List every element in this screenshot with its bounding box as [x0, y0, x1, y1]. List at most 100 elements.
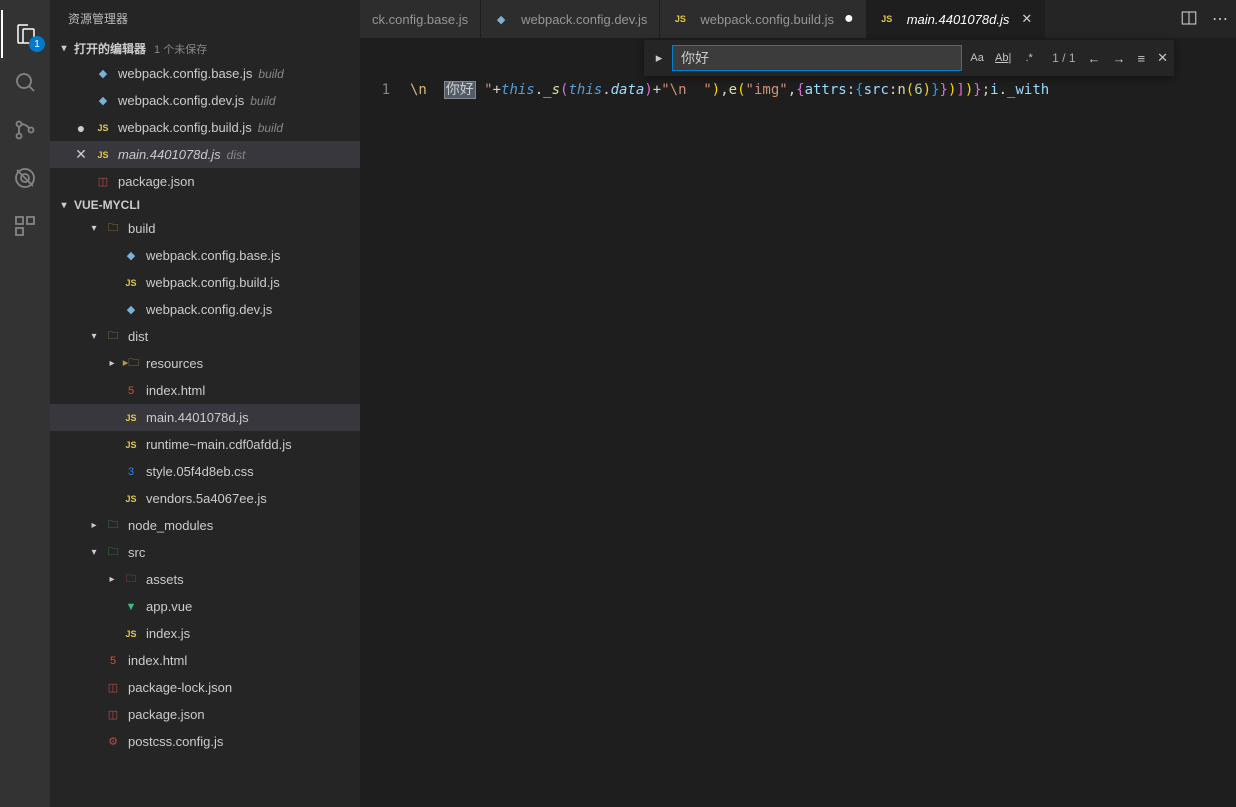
- match-case-icon[interactable]: Aa: [966, 47, 988, 69]
- file-label: index.js: [146, 626, 190, 641]
- extensions-icon[interactable]: [1, 202, 49, 250]
- open-editors-header[interactable]: ▾ 打开的编辑器 1 个未保存: [50, 37, 360, 60]
- file-path: build: [258, 67, 283, 81]
- tree-item[interactable]: ▸🗀node_modules: [50, 512, 360, 539]
- code-line: \n 你好 "+this._s(this.data)+"\n "),e("img…: [410, 80, 1049, 100]
- editor-marker[interactable]: ●: [68, 120, 94, 136]
- minimap[interactable]: [1226, 38, 1236, 807]
- file-label: runtime~main.cdf0afdd.js: [146, 437, 292, 452]
- folder-dark-icon: ▸🗀: [122, 355, 140, 373]
- folder-red-icon: 🗀: [122, 571, 140, 589]
- close-icon[interactable]: ✕: [1021, 11, 1032, 27]
- tab-label: webpack.config.dev.js: [521, 12, 647, 27]
- tab-actions: ⋯: [1172, 0, 1236, 38]
- tree-item[interactable]: ◆webpack.config.dev.js: [50, 296, 360, 323]
- open-editor-item[interactable]: ◆webpack.config.base.jsbuild: [50, 60, 360, 87]
- open-editors-status: 1 个未保存: [154, 41, 207, 57]
- file-label: app.vue: [146, 599, 192, 614]
- vuelogo-icon: ▼: [122, 598, 140, 616]
- chevron-icon: ▾: [88, 547, 100, 558]
- vue-icon: ◆: [122, 301, 140, 319]
- file-label: package.json: [118, 174, 195, 189]
- search-icon[interactable]: [1, 58, 49, 106]
- editor-marker[interactable]: ✕: [68, 146, 94, 163]
- tree-item[interactable]: ⚙postcss.config.js: [50, 728, 360, 755]
- tree-item[interactable]: JS runtime~main.cdf0afdd.js: [50, 431, 360, 458]
- folder-icon: 🗀: [104, 220, 122, 238]
- tree-item[interactable]: ▼ app.vue: [50, 593, 360, 620]
- open-editor-item[interactable]: ✕JSmain.4401078d.jsdist: [50, 141, 360, 168]
- file-label: main.4401078d.js: [146, 410, 249, 425]
- scm-icon[interactable]: [1, 106, 49, 154]
- find-expand-icon[interactable]: ▸: [650, 50, 668, 66]
- sidebar: 资源管理器 ▾ 打开的编辑器 1 个未保存 ◆webpack.config.ba…: [50, 0, 360, 807]
- vue-icon: ◆: [94, 65, 112, 83]
- find-close-icon[interactable]: ✕: [1157, 50, 1168, 66]
- tab-label: main.4401078d.js: [907, 12, 1010, 27]
- project-name: VUE-MYCLI: [74, 198, 140, 212]
- editor-tab[interactable]: ck.config.base.js: [360, 0, 481, 38]
- find-next-icon[interactable]: →: [1113, 51, 1126, 66]
- tab-label: webpack.config.build.js: [700, 12, 834, 27]
- split-editor-icon[interactable]: [1180, 9, 1198, 30]
- debug-icon[interactable]: [1, 154, 49, 202]
- file-label: webpack.config.build.js: [118, 120, 252, 135]
- tree-item[interactable]: ◫package-lock.json: [50, 674, 360, 701]
- gear-icon: ⚙: [104, 733, 122, 751]
- folder-icon: 🗀: [104, 328, 122, 346]
- tree-item[interactable]: JSvendors.5a4067ee.js: [50, 485, 360, 512]
- chevron-icon: ▸: [106, 358, 118, 369]
- chevron-icon: ▾: [88, 331, 100, 342]
- find-count: 1 / 1: [1052, 51, 1075, 65]
- open-editor-item[interactable]: ◆webpack.config.dev.jsbuild: [50, 87, 360, 114]
- tree-item[interactable]: ◫package.json: [50, 701, 360, 728]
- match-whole-word-icon[interactable]: Ab|: [992, 47, 1014, 69]
- vue-icon: ◆: [122, 247, 140, 265]
- tree-item[interactable]: ▾🗀build: [50, 215, 360, 242]
- find-input[interactable]: [672, 45, 962, 71]
- tree-item[interactable]: ▸🗀assets: [50, 566, 360, 593]
- js-icon: JS: [122, 409, 140, 427]
- tree-item[interactable]: 5index.html: [50, 647, 360, 674]
- tree-item[interactable]: ▾🗀dist: [50, 323, 360, 350]
- tree-item[interactable]: ▾🗀src: [50, 539, 360, 566]
- find-prev-icon[interactable]: ←: [1088, 51, 1101, 66]
- tree-item[interactable]: JSindex.js: [50, 620, 360, 647]
- editor-tab[interactable]: JS webpack.config.build.js ●: [660, 0, 866, 38]
- tree-item[interactable]: ▸ ▸🗀 resources: [50, 350, 360, 377]
- tree-item[interactable]: 5index.html: [50, 377, 360, 404]
- editor-area: ck.config.base.js◆webpack.config.dev.jsJ…: [360, 0, 1236, 807]
- regex-icon[interactable]: .*: [1018, 47, 1040, 69]
- file-label: webpack.config.build.js: [146, 275, 280, 290]
- more-icon[interactable]: ⋯: [1212, 9, 1228, 29]
- file-label: build: [128, 221, 155, 236]
- editor-tab[interactable]: ◆webpack.config.dev.js: [481, 0, 660, 38]
- activity-bar: 1: [0, 0, 50, 807]
- open-editor-extra[interactable]: ◫ package.json: [50, 168, 360, 195]
- find-selection-icon[interactable]: ≡: [1138, 51, 1146, 66]
- json-icon: ◫: [94, 173, 112, 191]
- js-icon: JS: [672, 11, 688, 27]
- explorer-icon[interactable]: 1: [1, 10, 49, 58]
- folder-green-icon: 🗀: [104, 544, 122, 562]
- dirty-indicator: ●: [844, 10, 854, 28]
- editor-tab[interactable]: JSmain.4401078d.js✕: [867, 0, 1046, 38]
- code-editor[interactable]: 1 \n 你好 "+this._s(this.data)+"\n "),e("i…: [360, 38, 1236, 807]
- tree-item[interactable]: ◆webpack.config.base.js: [50, 242, 360, 269]
- chevron-down-icon: ▾: [58, 200, 70, 211]
- tree-item[interactable]: JSwebpack.config.build.js: [50, 269, 360, 296]
- json-icon: ◫: [104, 679, 122, 697]
- tree-item[interactable]: 3style.05f4d8eb.css: [50, 458, 360, 485]
- js-icon: JS: [122, 490, 140, 508]
- sidebar-title: 资源管理器: [50, 0, 360, 37]
- js-icon: JS: [122, 436, 140, 454]
- project-header[interactable]: ▾ VUE-MYCLI: [50, 195, 360, 215]
- file-label: webpack.config.dev.js: [118, 93, 244, 108]
- file-label: resources: [146, 356, 203, 371]
- tree-item[interactable]: JS main.4401078d.js: [50, 404, 360, 431]
- file-label: style.05f4d8eb.css: [146, 464, 254, 479]
- file-label: main.4401078d.js: [118, 147, 221, 162]
- open-editor-item[interactable]: ●JSwebpack.config.build.jsbuild: [50, 114, 360, 141]
- chevron-icon: ▸: [88, 520, 100, 531]
- chevron-down-icon: ▾: [58, 43, 70, 54]
